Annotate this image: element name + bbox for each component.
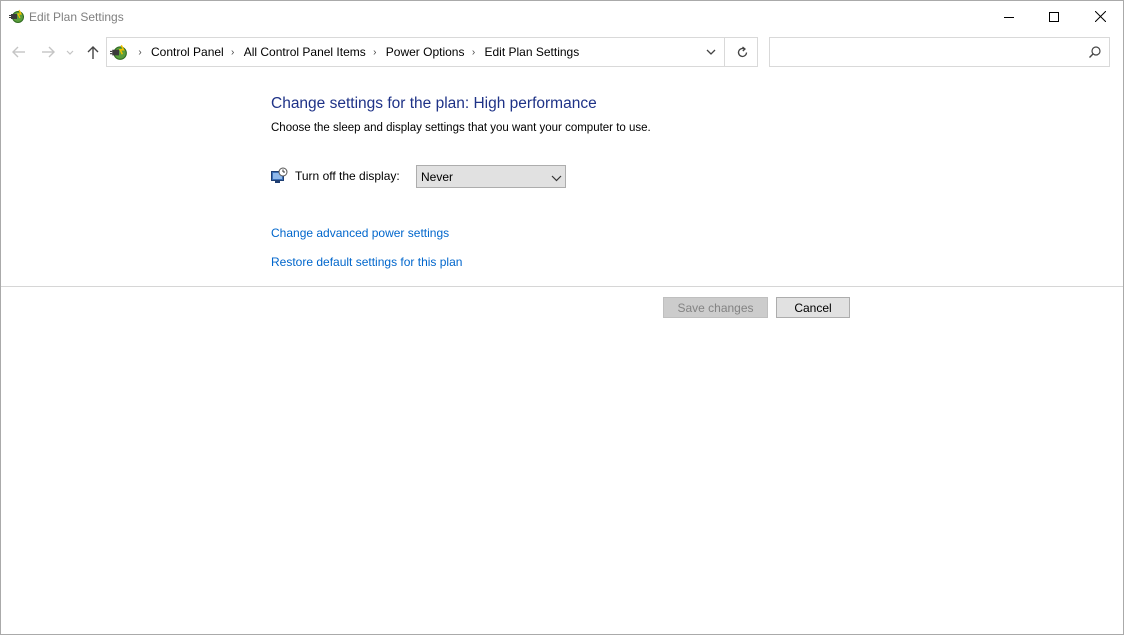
address-divider — [724, 38, 725, 66]
chevron-right-icon: › — [138, 46, 142, 58]
back-arrow-icon — [12, 46, 25, 58]
chevron-down-icon — [706, 49, 716, 55]
window-title: Edit Plan Settings — [29, 10, 124, 24]
close-icon — [1094, 11, 1106, 22]
turn-off-display-select[interactable]: Never — [416, 165, 566, 188]
change-advanced-power-settings-link[interactable]: Change advanced power settings — [271, 226, 449, 240]
page-description: Choose the sleep and display settings th… — [271, 122, 651, 134]
breadcrumb: › Control Panel › All Control Panel Item… — [131, 38, 579, 66]
turn-off-display-label: Turn off the display: — [295, 169, 400, 183]
breadcrumb-power-options[interactable]: Power Options — [386, 45, 465, 59]
breadcrumb-edit-plan-settings[interactable]: Edit Plan Settings — [484, 45, 579, 59]
back-button[interactable] — [11, 44, 27, 60]
breadcrumb-all-control-panel-items[interactable]: All Control Panel Items — [244, 45, 366, 59]
turn-off-display-value: Never — [421, 170, 454, 184]
up-arrow-icon — [87, 46, 99, 59]
search-box[interactable] — [769, 37, 1110, 67]
cancel-button[interactable]: Cancel — [776, 297, 850, 318]
address-history-button[interactable] — [699, 38, 723, 66]
edit-plan-settings-window: Edit Plan Settings › Control Panel › All… — [0, 0, 1124, 635]
chevron-right-icon[interactable]: › — [226, 47, 240, 58]
maximize-icon — [1049, 11, 1059, 22]
chevron-down-icon — [66, 50, 74, 55]
search-icon[interactable] — [1088, 45, 1102, 59]
refresh-button[interactable] — [729, 38, 755, 66]
chevron-right-icon[interactable]: › — [368, 47, 382, 58]
power-options-icon — [110, 43, 128, 61]
restore-default-settings-link[interactable]: Restore default settings for this plan — [271, 255, 462, 269]
up-button[interactable] — [85, 44, 101, 60]
page-title: Change settings for the plan: High perfo… — [271, 95, 597, 112]
title-bar: Edit Plan Settings — [1, 1, 1123, 32]
chevron-right-icon[interactable]: › — [466, 47, 480, 58]
minimize-icon — [1004, 16, 1014, 18]
close-button[interactable] — [1077, 1, 1123, 32]
monitor-clock-icon — [271, 167, 288, 184]
chevron-down-icon — [551, 172, 562, 182]
refresh-icon — [737, 45, 747, 57]
address-bar[interactable]: › Control Panel › All Control Panel Item… — [106, 37, 758, 67]
forward-button[interactable] — [40, 44, 56, 60]
forward-arrow-icon — [42, 46, 55, 58]
save-changes-button[interactable]: Save changes — [663, 297, 768, 318]
divider — [1, 286, 1123, 287]
maximize-button[interactable] — [1031, 1, 1077, 32]
breadcrumb-control-panel[interactable]: Control Panel — [151, 45, 224, 59]
search-input[interactable] — [774, 42, 1074, 62]
power-options-icon — [9, 8, 25, 24]
minimize-button[interactable] — [986, 1, 1032, 32]
recent-locations-button[interactable] — [65, 44, 75, 60]
